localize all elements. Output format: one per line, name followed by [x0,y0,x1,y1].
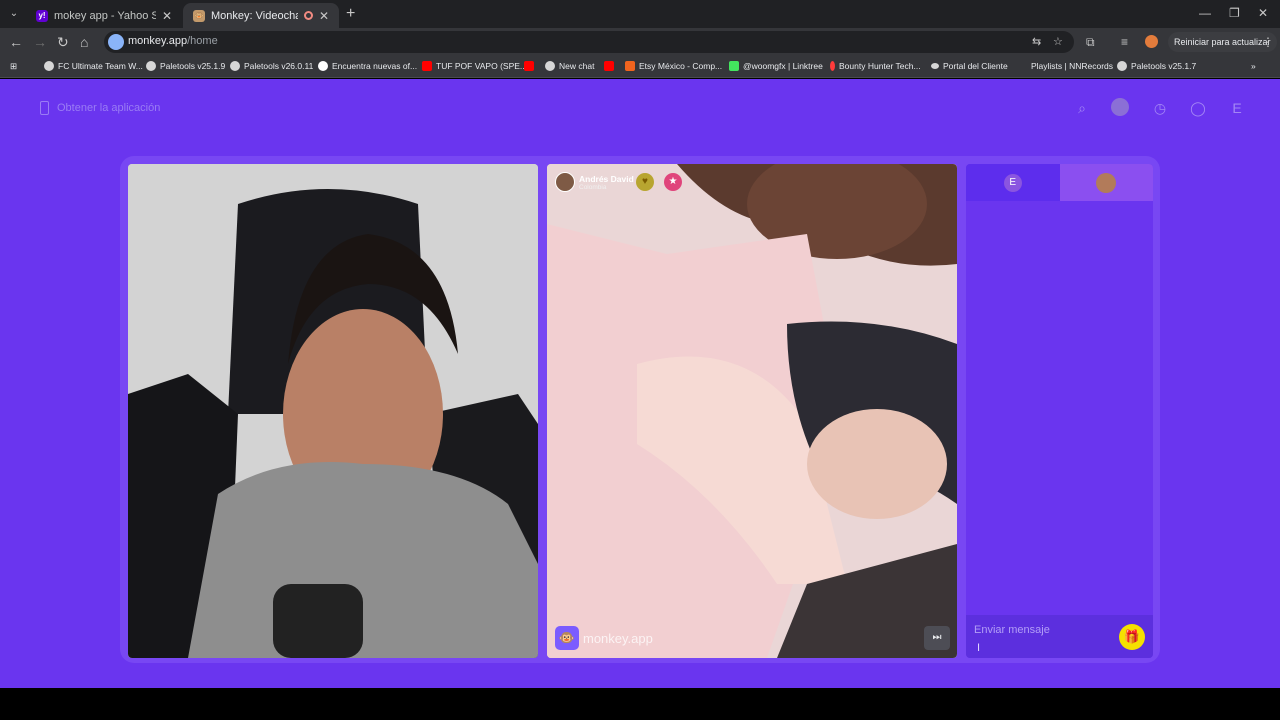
brand-watermark: 🐵 monkey.app [555,626,653,650]
extensions-icon[interactable]: ⧉ [1086,34,1095,50]
bookmark-item[interactable]: New chat [545,61,594,71]
more-bookmarks-icon[interactable]: » [1251,61,1256,71]
message-placeholder: Enviar mensaje [974,624,1050,636]
bookmarks-bar: ⊞ FC Ultimate Team W... Paletools v25.1.… [0,56,1280,78]
tab-monkey[interactable]: 🐵 Monkey: Videochat en vivo ✕ [183,3,339,28]
tab-title: Monkey: Videochat en vivo [211,9,298,22]
bookmark-item[interactable]: Portal del Cliente [931,61,1008,71]
url-text: monkey.app/home [128,35,218,47]
back-icon[interactable]: ← [9,34,23,50]
bookmark-item[interactable]: Paletools v25.1.9 [146,61,225,71]
chat-header: E [966,164,1153,201]
peer-tab[interactable] [1059,164,1153,201]
chat-panel: E Enviar mensaje I 🎁 [966,164,1153,658]
tab-title: mokey app - Yahoo Search Tus [54,9,156,22]
bookmark-item[interactable]: Encuentra nuevas of... [318,61,417,71]
minimize-icon[interactable]: — [1199,6,1211,20]
self-tab[interactable]: E [966,164,1060,201]
relaunch-button[interactable]: Reiniciar para actualizar [1168,32,1277,52]
peer-video-frame [547,164,957,658]
recording-icon [303,11,313,20]
youtube-bookmark-icon[interactable] [524,61,534,71]
bookmark-item[interactable]: Bounty Hunter Tech... [830,61,921,71]
peer-info[interactable]: Andrés David Colombia [555,172,634,192]
bookmark-star-icon[interactable]: ☆ [1053,35,1063,48]
gift-icon[interactable]: 🎁 [1119,624,1145,650]
self-video-frame [128,164,538,658]
forward-icon[interactable]: → [33,34,47,50]
new-tab-button[interactable]: + [346,5,355,23]
home-icon[interactable]: ⌂ [80,34,88,50]
tab-search-chevron-icon[interactable]: ⌄ [6,6,22,22]
reload-icon[interactable]: ↻ [57,34,69,50]
peer-country: Colombia [579,183,607,191]
self-avatar: E [1003,173,1022,192]
monkey-logo-icon: 🐵 [555,626,579,650]
menu-icon[interactable]: ⋮ [1262,34,1274,50]
bookmark-item[interactable]: Playlists | NNRecords [1031,61,1113,71]
media-icon[interactable]: ≡ [1121,34,1128,50]
profile-e-icon[interactable]: E [1227,98,1247,118]
chat-icon[interactable]: ◯ [1188,98,1208,118]
message-input[interactable]: Enviar mensaje I 🎁 [966,615,1153,658]
bookmark-item[interactable]: TUF POF VAPO (SPE... [422,61,527,71]
close-icon[interactable]: ✕ [319,9,329,23]
gift-badge-icon[interactable]: ★ [664,173,682,191]
address-bar[interactable]: monkey.app/home ⇆ ☆ [104,31,1074,53]
skip-button[interactable]: ⏭ [924,626,950,650]
monkey-icon: 🐵 [193,9,205,22]
bookmark-item[interactable]: Etsy México - Comp... [625,61,722,71]
peer-video: Andrés David Colombia ♥ ★ 🐵 monkey.app ⏭ [547,164,957,658]
translate-icon[interactable]: ⇆ [1032,35,1041,48]
youtube-bookmark-icon[interactable] [604,61,614,71]
get-app-label: Obtener la aplicación [57,102,161,114]
brand-name: monkey.app [583,630,653,646]
peer-avatar [555,172,575,192]
phone-icon [40,101,49,115]
text-cursor-icon: I [977,642,981,654]
get-app-link[interactable]: Obtener la aplicación [40,101,160,115]
tab-yahoo[interactable]: y! mokey app - Yahoo Search Tus ✕ [26,3,182,28]
peer-name: Andrés David [579,173,634,184]
bookmark-item[interactable]: FC Ultimate Team W... [44,61,143,71]
window-close-icon[interactable]: ✕ [1258,6,1268,20]
bookmark-item[interactable]: Paletools v26.0.11 [230,61,313,71]
yahoo-icon: y! [36,9,48,22]
self-video [128,164,538,658]
taskbar-strip [0,688,1280,720]
bookmark-item[interactable]: Paletools v25.1.7 [1117,61,1196,71]
site-info-icon[interactable] [108,34,124,50]
heart-badge-icon[interactable]: ♥ [636,173,654,191]
close-icon[interactable]: ✕ [162,9,172,23]
apps-icon[interactable]: ⊞ [10,61,17,72]
peer-avatar-small [1096,172,1117,193]
search-icon[interactable]: ⌕ [1072,98,1092,118]
profile-avatar[interactable] [1145,35,1158,48]
tab-bar: ⌄ y! mokey app - Yahoo Search Tus ✕ 🐵 Mo… [0,0,1280,28]
history-icon[interactable]: ◷ [1150,98,1170,118]
bookmark-item[interactable]: @woomgfx | Linktree [729,61,823,71]
restore-icon[interactable]: ❐ [1229,6,1240,20]
avatar [1111,98,1129,116]
user-avatar-button[interactable] [1111,98,1131,118]
